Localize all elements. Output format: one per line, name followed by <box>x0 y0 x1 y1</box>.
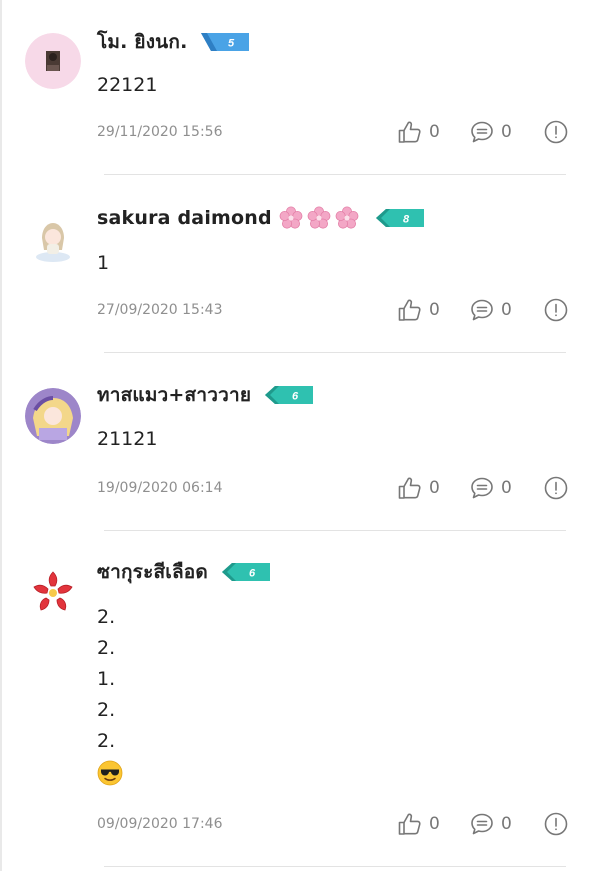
avatar[interactable] <box>25 388 81 444</box>
comment-content: 2. 2. 1. 2. 2. <box>97 602 123 786</box>
comment-divider <box>104 174 566 175</box>
comment-content: 21121 <box>97 424 157 455</box>
comment-divider <box>104 530 566 531</box>
level-number: 6 <box>292 391 299 403</box>
cherry-blossom-icon <box>279 206 303 229</box>
avatar[interactable] <box>25 33 81 89</box>
thumbs-up-icon <box>398 299 421 321</box>
report-button[interactable] <box>543 811 569 837</box>
like-count: 0 <box>429 300 440 320</box>
left-edge-border <box>0 0 2 871</box>
cherry-blossom-icon <box>335 206 359 229</box>
reply-button[interactable]: 0 <box>469 119 515 145</box>
comment-divider <box>104 352 566 353</box>
comment-header: ซากุระสีเลือด 6 <box>97 557 270 587</box>
username[interactable]: ทาสแมว+สาววาย <box>97 380 251 410</box>
reply-button[interactable]: 0 <box>469 297 515 323</box>
like-button[interactable]: 0 <box>397 297 443 323</box>
like-count: 0 <box>429 814 440 834</box>
comment-content: 22121 <box>97 70 157 101</box>
level-number: 6 <box>249 568 256 580</box>
username-decoration <box>278 205 362 231</box>
content-line: 22121 <box>97 74 158 96</box>
report-button[interactable] <box>543 119 569 145</box>
level-badge: 5 <box>201 33 250 51</box>
comment-timestamp: 19/09/2020 06:14 <box>97 480 223 496</box>
content-line: 1 <box>97 252 110 274</box>
speech-bubble-icon <box>471 813 493 835</box>
content-line: 2. <box>97 637 116 659</box>
comment-header: ทาสแมว+สาววาย 6 <box>97 380 314 410</box>
thumbs-up-icon <box>398 121 421 143</box>
reply-count: 0 <box>501 478 512 498</box>
reply-button[interactable]: 0 <box>469 811 515 837</box>
level-badge: 6 <box>265 386 314 404</box>
comment-actions: 0 0 <box>397 475 569 501</box>
content-line: 2. <box>97 606 116 628</box>
username[interactable]: sakura daimond <box>97 207 272 229</box>
reply-count: 0 <box>501 122 512 142</box>
reply-button[interactable]: 0 <box>469 475 515 501</box>
comment-content: 1 <box>97 248 109 279</box>
comment-actions: 0 0 <box>397 119 569 145</box>
level-number: 8 <box>403 214 410 226</box>
like-count: 0 <box>429 122 440 142</box>
speech-bubble-icon <box>471 299 493 321</box>
exclamation-circle-icon <box>544 476 568 500</box>
like-button[interactable]: 0 <box>397 119 443 145</box>
content-line: 21121 <box>97 428 158 450</box>
comment-actions: 0 0 <box>397 297 569 323</box>
cherry-blossom-icon <box>307 206 331 229</box>
comment-divider <box>104 866 566 867</box>
avatar[interactable] <box>25 210 81 266</box>
report-button[interactable] <box>543 297 569 323</box>
thumbs-up-icon <box>398 813 421 835</box>
content-line: 2. <box>97 730 116 752</box>
reply-count: 0 <box>501 814 512 834</box>
comment-timestamp: 09/09/2020 17:46 <box>97 816 223 832</box>
content-line: 1. <box>97 668 116 690</box>
exclamation-circle-icon <box>544 298 568 322</box>
comment-header: sakura daimond 8 <box>97 203 424 233</box>
content-line: 2. <box>97 699 116 721</box>
like-count: 0 <box>429 478 440 498</box>
comment-timestamp: 29/11/2020 15:56 <box>97 124 223 140</box>
like-button[interactable]: 0 <box>397 811 443 837</box>
thumbs-up-icon <box>398 477 421 499</box>
speech-bubble-icon <box>471 477 493 499</box>
like-button[interactable]: 0 <box>397 475 443 501</box>
exclamation-circle-icon <box>544 120 568 144</box>
level-badge: 8 <box>375 209 424 227</box>
comment-timestamp: 27/09/2020 15:43 <box>97 302 223 318</box>
comment-actions: 0 0 <box>397 811 569 837</box>
avatar[interactable] <box>25 565 81 621</box>
username[interactable]: ซากุระสีเลือด <box>97 557 208 587</box>
level-badge: 6 <box>221 563 270 581</box>
report-button[interactable] <box>543 475 569 501</box>
smiling-face-with-sunglasses-icon <box>97 760 123 786</box>
level-number: 5 <box>228 38 235 50</box>
exclamation-circle-icon <box>544 812 568 836</box>
username[interactable]: โม. ยิงนก. <box>97 27 187 57</box>
comment-header: โม. ยิงนก. 5 <box>97 27 250 57</box>
speech-bubble-icon <box>471 121 493 143</box>
reply-count: 0 <box>501 300 512 320</box>
